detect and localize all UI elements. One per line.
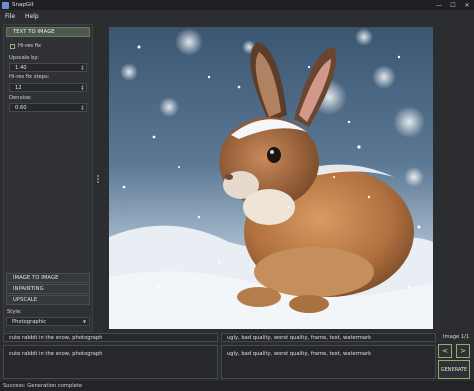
denoise-label: Denoise: [9, 95, 32, 101]
generated-image [109, 27, 433, 329]
generate-button[interactable]: GENERATE [438, 360, 470, 379]
previous-image-button[interactable]: < [438, 344, 452, 358]
negative-prompt-textarea[interactable]: ugly, bad quality, worst quality, frame,… [221, 345, 436, 379]
upscale-by-label: Upscale by: [9, 55, 39, 61]
title-bar: SnapGit — ☐ ✕ [0, 0, 474, 10]
splitter-handle[interactable] [96, 175, 99, 183]
denoise-value: 0.60 [15, 104, 27, 111]
spin-arrows-icon[interactable]: ▲ ▼ [80, 104, 85, 111]
spin-arrows-icon[interactable]: ▲ ▼ [80, 84, 85, 91]
window-title: SnapGit [12, 2, 34, 8]
status-text: Success: Generation complete [3, 383, 83, 389]
image-counter: Image 1/1 [443, 334, 470, 340]
minimize-icon[interactable]: — [432, 0, 446, 10]
text-to-image-tab[interactable]: TEXT TO IMAGE [6, 27, 90, 37]
hires-steps-value: 12 [15, 84, 22, 91]
hires-steps-label: Hi-res fix steps: [9, 74, 50, 80]
upscale-by-value: 1.40 [15, 64, 27, 71]
maximize-icon[interactable]: ☐ [446, 0, 460, 10]
positive-prompt-input[interactable]: cute rabbit in the snow, photograph [3, 333, 218, 342]
chevron-down-icon: ▼ [82, 319, 86, 324]
hires-fix-row[interactable]: Hi-res fix [10, 43, 41, 49]
upscale-by-input[interactable]: 1.40 ▲ ▼ [9, 63, 87, 72]
window-controls: — ☐ ✕ [432, 0, 474, 10]
menu-file[interactable]: File [0, 13, 20, 20]
upscale-tab[interactable]: UPSCALE [6, 295, 90, 305]
menu-help[interactable]: Help [20, 13, 44, 20]
spin-arrows-icon[interactable]: ▲ ▼ [80, 64, 85, 71]
hires-fix-checkbox[interactable] [10, 43, 15, 49]
menu-bar: File Help [0, 10, 474, 22]
close-icon[interactable]: ✕ [460, 0, 474, 10]
status-bar: Success: Generation complete [0, 381, 474, 391]
style-select[interactable]: Photographic ▼ [6, 317, 90, 326]
rabbit-image [109, 27, 433, 329]
next-image-button[interactable]: > [456, 344, 470, 358]
negative-prompt-input[interactable]: ugly, bad quality, worst quality, frame,… [221, 333, 436, 342]
image-to-image-tab[interactable]: IMAGE TO IMAGE [6, 273, 90, 283]
inpainting-tab[interactable]: INPAINTING [6, 284, 90, 294]
hires-steps-input[interactable]: 12 ▲ ▼ [9, 83, 87, 92]
style-label: Style: [7, 309, 22, 315]
denoise-input[interactable]: 0.60 ▲ ▼ [9, 103, 87, 112]
positive-prompt-textarea[interactable]: cute rabbit in the snow, photograph [3, 345, 218, 379]
hires-fix-label: Hi-res fix [18, 43, 42, 49]
app-icon [2, 1, 9, 9]
style-value: Photographic [12, 318, 47, 325]
